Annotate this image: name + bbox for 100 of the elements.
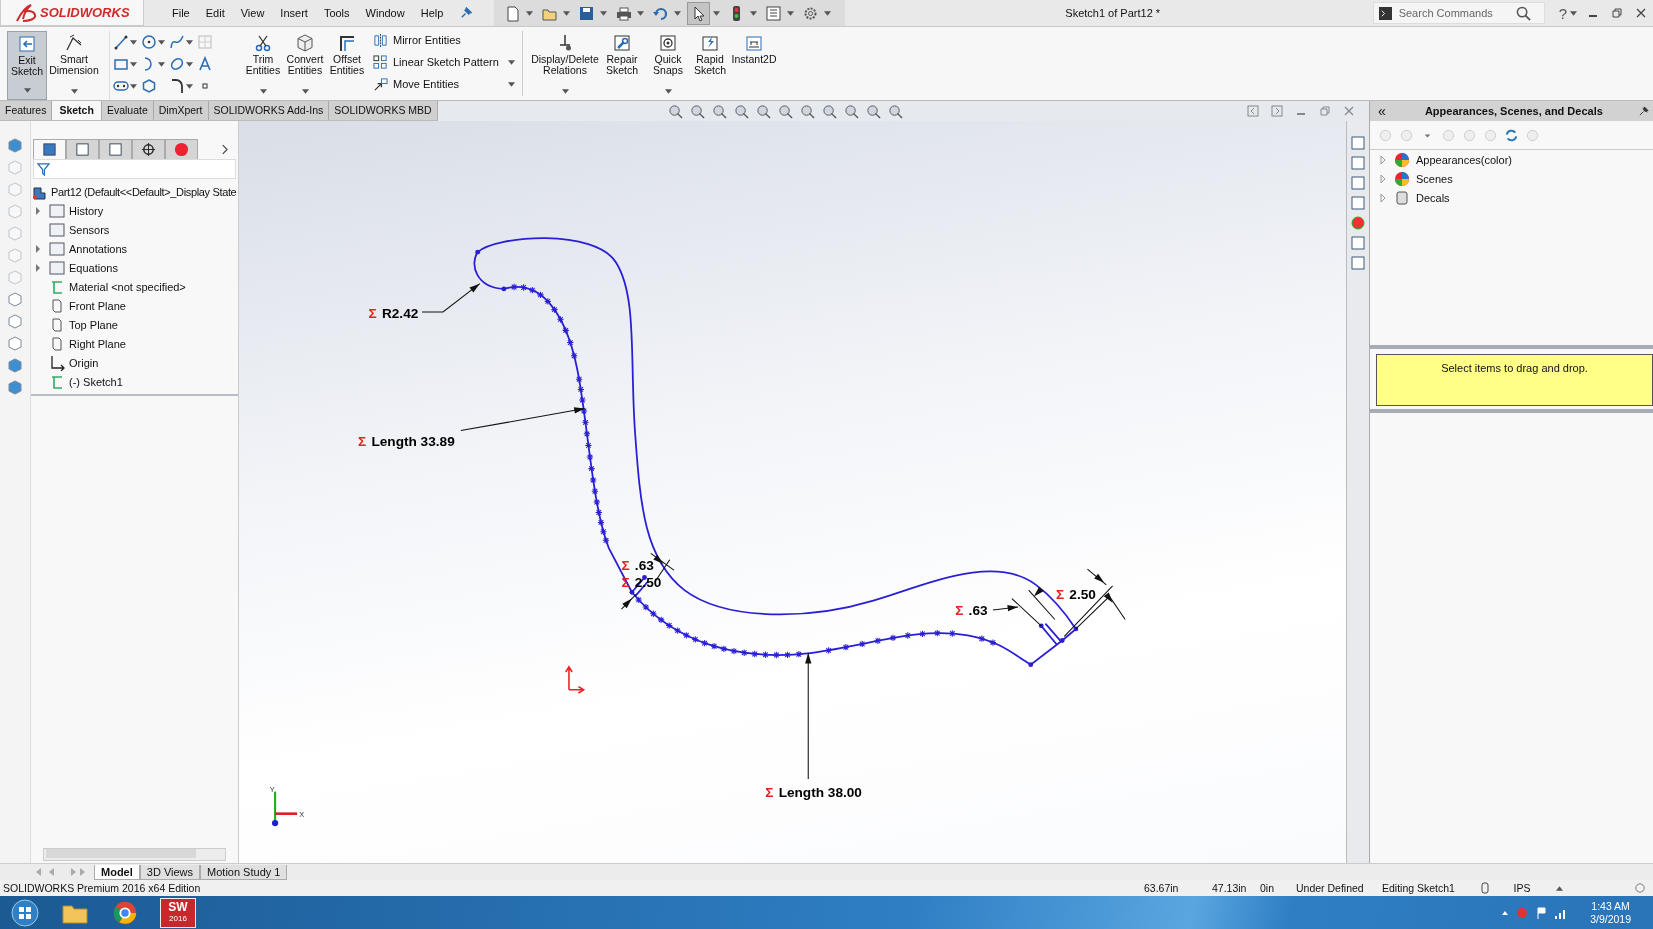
clock-time[interactable]: 1:43 AM [1591,899,1630,913]
collapse-button[interactable]: « [1370,103,1394,119]
tab[interactable]: Evaluate [101,101,154,120]
caret-icon[interactable] [130,39,137,45]
tree-item[interactable]: Equations [69,261,118,274]
menu-item[interactable]: Edit [197,7,233,19]
spline-icon[interactable] [169,34,185,50]
tab[interactable]: SOLIDWORKS MBD [329,101,438,120]
tab[interactable]: Model [94,864,140,880]
cube-view-icon[interactable] [7,379,23,395]
toolbar-button[interactable]: Linear Sketch Pattern [393,56,499,68]
expand-arrow-icon[interactable] [1380,174,1386,183]
circle-icon[interactable] [141,34,157,50]
expand-arrow-icon[interactable] [35,206,41,215]
move-icon[interactable] [373,76,388,92]
caret-icon[interactable] [561,89,569,94]
slot-icon[interactable] [113,78,129,94]
filter-field[interactable] [33,159,236,179]
units-button[interactable]: IPS [1498,882,1546,894]
chevron-right-icon[interactable] [221,143,228,155]
search-bar[interactable]: Search Commands [1372,2,1545,24]
tree-item[interactable]: Origin [69,356,99,369]
menu-item[interactable]: Insert [272,7,316,19]
menu-item[interactable]: Tools [315,7,358,19]
toolbar-button[interactable]: Exit Sketch [7,31,47,100]
dimension-label[interactable]: Σ .63 [955,603,988,619]
tree-item[interactable]: Scenes [1416,172,1453,185]
rectangle-icon[interactable] [113,56,129,72]
toolbar-button[interactable]: Instant2D [732,31,776,100]
toolbar-button[interactable]: Repair Sketch [602,31,642,100]
tree-item[interactable]: Material <not specified> [69,280,186,293]
caret-icon[interactable] [508,59,515,65]
caret-icon[interactable] [186,83,193,89]
caret-icon[interactable] [713,10,721,16]
caret-icon[interactable] [1570,10,1577,16]
caret-icon[interactable] [526,10,534,16]
expand-arrow-icon[interactable] [1380,155,1386,164]
dimension-label[interactable]: Σ Length 38.00 [765,784,862,800]
dimension-label[interactable]: Σ 2.50 [1055,586,1096,602]
polygon-icon[interactable] [141,78,157,94]
fillet-icon[interactable] [169,78,185,94]
help-button[interactable]: ? [1550,4,1569,22]
command-prompt-icon[interactable] [1378,6,1392,20]
tab[interactable]: DimXpert [153,101,209,120]
caret-icon[interactable] [674,10,682,16]
toolbar-button[interactable]: Quick Snaps [648,31,688,100]
tree-item[interactable]: (-) Sketch1 [69,375,123,388]
caret-icon[interactable] [130,83,137,89]
toolbar-button[interactable]: Smart Dimension [49,31,99,100]
cube-view-icon[interactable] [7,137,23,153]
appearance-ball-icon[interactable] [1350,215,1366,231]
tab[interactable]: 3D Views [139,864,201,880]
panel-tab[interactable] [132,139,165,159]
caret-icon[interactable] [130,61,137,67]
panel-tab[interactable] [33,139,66,159]
caret-icon[interactable] [664,89,672,94]
line-icon[interactable] [113,34,129,50]
cube-view-icon[interactable] [7,357,23,373]
tree-item[interactable]: Sensors [69,223,110,236]
tree-item[interactable]: History [69,204,104,217]
caret-icon[interactable] [259,89,267,94]
caret-icon[interactable] [186,61,193,67]
mirror-icon[interactable] [373,32,388,48]
caret-icon[interactable] [70,89,78,94]
tree-item[interactable]: Top Plane [69,318,118,331]
caret-icon[interactable] [750,10,758,16]
search-field[interactable]: Search Commands [1396,6,1516,20]
pin-icon[interactable] [459,6,473,20]
tab[interactable]: Motion Study 1 [200,864,288,880]
tree-item[interactable]: Right Plane [69,337,126,350]
clock-date[interactable]: 3/9/2019 [1590,912,1631,926]
caret-icon[interactable] [600,10,608,16]
caret-icon[interactable] [508,81,515,87]
dimension-label[interactable]: Σ R2.42 [368,306,419,322]
caret-icon[interactable] [563,10,571,16]
tree-item[interactable]: Appearances(color) [1416,153,1512,166]
panel-tab[interactable] [66,139,99,159]
caret-icon[interactable] [824,10,832,16]
panel-tab[interactable] [99,139,132,159]
expand-arrow-icon[interactable] [35,263,41,272]
tree-item[interactable]: Part12 (Default<<Default>_Display State [51,185,237,198]
toolbar-button[interactable]: Display/Delete Relations [530,31,600,100]
horizontal-scrollbar[interactable] [43,848,226,861]
start-button-icon[interactable] [10,897,40,928]
tab[interactable]: SOLIDWORKS Add-Ins [208,101,330,120]
caret-icon[interactable] [301,89,309,94]
ellipse-icon[interactable] [169,56,185,72]
menu-item[interactable]: View [232,7,273,19]
expand-arrow-icon[interactable] [35,244,41,253]
dimension-label[interactable]: Σ .63 [621,558,654,574]
pattern-icon[interactable] [373,54,388,70]
tree-item[interactable]: Annotations [69,242,128,255]
menu-item[interactable]: File [164,7,198,19]
caret-icon[interactable] [23,88,31,93]
toolbar-button[interactable]: Convert Entities [285,31,325,100]
toolbar-button[interactable]: Move Entities [393,78,460,90]
search-icon[interactable] [1515,5,1531,21]
cursor-icon[interactable] [687,1,711,25]
tab[interactable]: Features [0,101,53,120]
dimension-label[interactable]: Σ Length 33.89 [358,434,455,450]
